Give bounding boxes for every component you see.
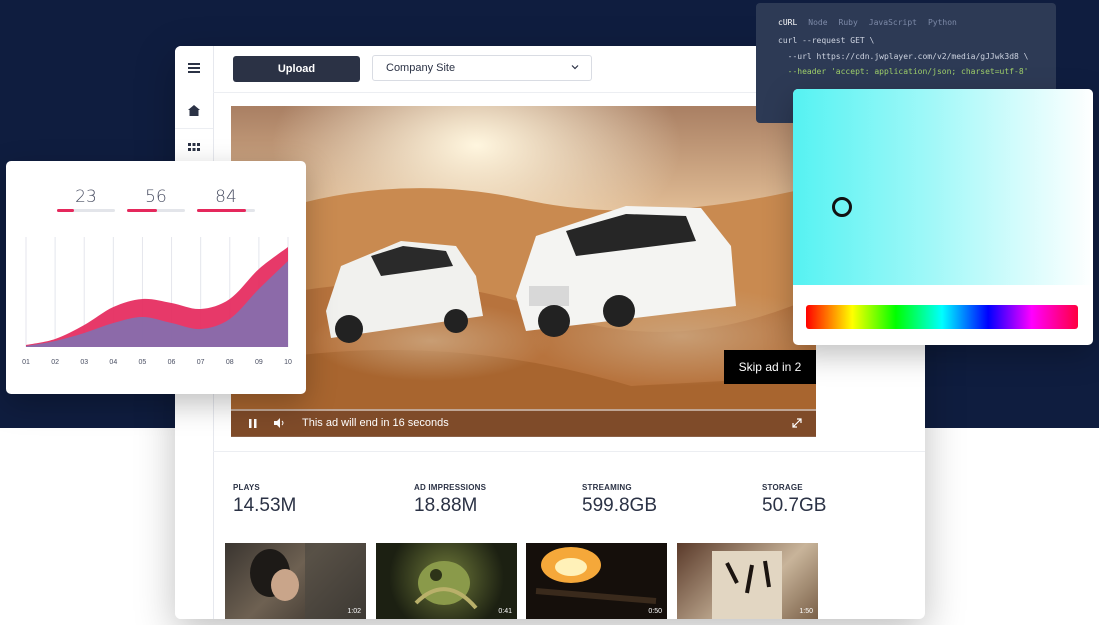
sidebar-item-home[interactable] (175, 92, 213, 129)
x-tick-label: 09 (255, 359, 263, 366)
color-handle[interactable] (832, 197, 852, 217)
tab-ruby[interactable]: Ruby (839, 18, 858, 27)
skip-ad-button[interactable]: Skip ad in 2 (724, 350, 816, 384)
area-chart: 01 02 03 04 05 06 07 08 09 10 (22, 237, 292, 366)
menu-icon (188, 63, 200, 73)
stat-label: PLAYS (233, 483, 260, 492)
tab-curl[interactable]: cURL (778, 18, 797, 27)
code-line: curl --request GET \ (778, 36, 875, 45)
tab-javascript[interactable]: JavaScript (869, 18, 917, 27)
menu-button[interactable] (175, 48, 213, 88)
x-tick-label: 06 (168, 359, 176, 366)
thumbnail-duration: 1:02 (347, 608, 361, 615)
code-line: --url https://cdn.jwplayer.com/v2/media/… (778, 52, 1029, 61)
x-tick-label: 07 (197, 359, 205, 366)
code-tabs: cURL Node Ruby JavaScript Python (778, 18, 968, 27)
x-tick-label: 10 (284, 359, 292, 366)
site-select-value: Company Site (386, 62, 456, 74)
kpi-track (197, 209, 255, 212)
video-thumbnail[interactable]: 0:41 (376, 543, 517, 619)
volume-icon[interactable] (274, 418, 285, 428)
kpi-track (57, 209, 115, 212)
hue-slider[interactable] (806, 305, 1078, 329)
stat-streaming: STREAMING 599.8GB (582, 483, 657, 517)
kpi-fill (57, 209, 75, 212)
home-icon (188, 104, 200, 116)
kpi-value: 84 (215, 187, 237, 207)
color-picker (793, 89, 1093, 345)
x-tick-label: 08 (226, 359, 234, 366)
kpi-value: 23 (75, 187, 97, 207)
x-tick-label: 04 (109, 359, 117, 366)
stat-value: 14.53M (233, 495, 297, 516)
video-player[interactable] (231, 106, 816, 436)
divider (213, 451, 925, 452)
video-thumbnail[interactable]: 1:50 (677, 543, 818, 619)
video-control-bar: This ad will end in 16 seconds (231, 409, 816, 437)
kpi-fill (127, 209, 158, 212)
site-select[interactable]: Company Site (372, 55, 592, 81)
pause-icon[interactable] (249, 419, 257, 428)
video-thumbnail[interactable]: 1:02 (225, 543, 366, 619)
kpi-track (127, 209, 185, 212)
thumbnail-image (414, 561, 478, 610)
tab-python[interactable]: Python (928, 18, 957, 27)
thumbnail-duration: 0:50 (648, 608, 662, 615)
ad-status-text: This ad will end in 16 seconds (302, 417, 449, 429)
x-tick-label: 03 (80, 359, 88, 366)
saturation-panel[interactable] (793, 89, 1093, 285)
x-tick-label: 02 (51, 359, 59, 366)
stat-label: AD IMPRESSIONS (414, 483, 487, 492)
thumbnail-duration: 0:41 (498, 608, 512, 615)
thumbnail-duration: 1:50 (799, 608, 813, 615)
kpi-value: 56 (145, 187, 167, 207)
code-line: --header 'accept: application/json; char… (778, 67, 1029, 76)
stat-label: STORAGE (762, 483, 803, 492)
kpi-fill (197, 209, 246, 212)
stat-storage: STORAGE 50.7GB (762, 483, 826, 517)
stat-value: 18.88M (414, 495, 478, 516)
stat-value: 599.8GB (582, 495, 657, 516)
progress-track[interactable] (231, 409, 816, 411)
x-tick-label: 01 (22, 359, 30, 366)
video-frame (231, 106, 816, 436)
stat-label: STREAMING (582, 483, 632, 492)
thumbnail-image (535, 547, 657, 604)
upload-button[interactable]: Upload (233, 56, 360, 82)
stats-chart-card: 23 56 84 01 02 03 04 05 06 07 08 09 10 (6, 161, 306, 394)
thumbnail-image (712, 551, 782, 619)
stat-plays: PLAYS 14.53M (233, 483, 296, 517)
stat-ad-impressions: AD IMPRESSIONS 18.88M (414, 483, 486, 517)
chevron-down-icon (571, 65, 579, 70)
grid-icon (188, 143, 200, 151)
tab-node[interactable]: Node (808, 18, 827, 27)
video-thumbnail[interactable]: 0:50 (526, 543, 667, 619)
fullscreen-icon[interactable] (792, 418, 802, 428)
thumbnail-image (250, 543, 366, 619)
x-tick-label: 05 (139, 359, 147, 366)
stat-value: 50.7GB (762, 495, 827, 516)
